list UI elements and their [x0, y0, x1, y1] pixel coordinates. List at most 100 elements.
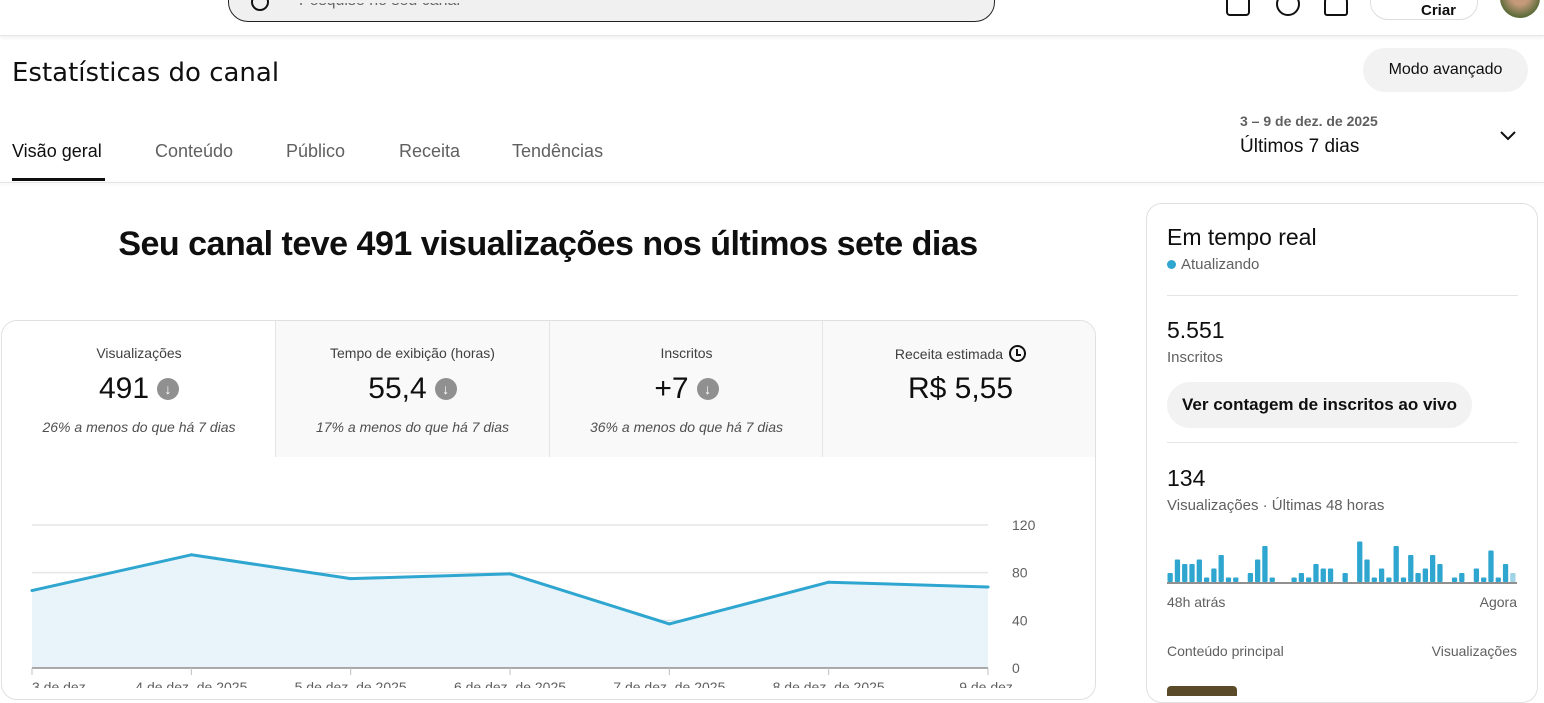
bar — [1203, 577, 1210, 582]
stat-comparison: 26% a menos do que há 7 dias — [42, 419, 236, 435]
search-placeholder: Pesquise no seu canal — [299, 0, 460, 9]
bar — [1313, 564, 1319, 582]
y-tick-label: 0 — [1012, 660, 1020, 676]
bar — [1393, 546, 1399, 582]
x-tick-label: 5 de dez. de 2025 — [295, 679, 407, 688]
chevron-down-icon[interactable] — [1498, 126, 1518, 146]
stat-label: Receita estimada — [894, 346, 1004, 362]
bar — [1378, 568, 1385, 582]
period-selector[interactable]: Últimos 7 dias — [1240, 136, 1359, 158]
end-label: Agora — [1479, 594, 1517, 610]
bar — [1451, 577, 1458, 582]
bar — [1342, 573, 1348, 582]
status-dot-icon — [1167, 260, 1176, 269]
bar — [1400, 577, 1407, 582]
bar — [1196, 559, 1202, 582]
y-tick-label: 80 — [1012, 565, 1028, 581]
y-tick-label: 40 — [1012, 612, 1028, 628]
search-input[interactable]: Pesquise no seu canal — [228, 0, 995, 22]
date-range[interactable]: 3 – 9 de dez. de 2025 — [1240, 113, 1378, 129]
data-point — [349, 577, 353, 581]
page-title: Estatísticas do canal — [12, 58, 280, 88]
data-point — [986, 585, 990, 589]
active-tab-indicator — [12, 178, 105, 181]
stat-subscribers[interactable]: Inscritos +7 ↓ 36% a menos do que há 7 di… — [549, 321, 823, 457]
start-label: 48h atrás — [1167, 594, 1226, 610]
x-tick-label: 6 de dez. de 2025 — [454, 679, 566, 688]
tab-trends[interactable]: Tendências — [512, 141, 603, 162]
create-button[interactable]: Criar — [1370, 0, 1478, 20]
stat-views[interactable]: Visualizações 491 ↓ 26% a menos do que há… — [2, 321, 276, 457]
bar — [1233, 577, 1239, 582]
bar — [1481, 577, 1487, 582]
tabs-divider — [0, 182, 1544, 183]
bar — [1371, 577, 1377, 582]
arrow-down-icon: ↓ — [696, 378, 719, 400]
live-subscriber-count-button[interactable]: Ver contagem de inscritos ao vivo — [1167, 382, 1472, 428]
x-tick-label: 9 de dez. — [959, 679, 1017, 688]
views-line-chart[interactable]: 0 40 80 120 3 de dez. 4 de dez. de 2025 5 de d… — [0, 500, 1100, 688]
bar — [1255, 559, 1261, 582]
realtime-title: Em tempo real — [1167, 224, 1317, 250]
bar — [1386, 577, 1392, 582]
top-content-header: Conteúdo principal — [1167, 643, 1284, 659]
summary-headline: Seu canal teve 491 visualizações nos últ… — [118, 225, 978, 263]
stat-label: Inscritos — [660, 345, 713, 361]
bar — [1327, 568, 1334, 582]
data-point — [189, 553, 193, 557]
tab-revenue[interactable]: Receita — [399, 141, 460, 162]
tab-audience[interactable]: Público — [286, 141, 345, 162]
stat-value: +7 — [654, 372, 689, 405]
stat-value: 491 — [98, 372, 150, 405]
bar — [1211, 568, 1217, 582]
bar — [1422, 568, 1428, 582]
subscriber-count: 5.551 — [1167, 317, 1225, 343]
x-tick-label: 8 de dez. de 2025 — [773, 679, 885, 688]
arrow-down-icon: ↓ — [434, 378, 457, 400]
stat-comparison: 36% a menos do que há 7 dias — [589, 419, 784, 435]
bar — [1262, 546, 1268, 582]
subscriber-label: Inscritos — [1167, 349, 1223, 366]
bar — [1437, 564, 1443, 582]
advanced-mode-button[interactable]: Modo avançado — [1363, 48, 1528, 92]
bar — [1320, 568, 1326, 582]
bar — [1459, 573, 1465, 582]
feedback-icon[interactable] — [1226, 0, 1250, 16]
create-label: Criar — [1421, 2, 1457, 19]
clock-icon — [1009, 345, 1027, 362]
bar — [1218, 555, 1224, 582]
bar — [1357, 541, 1363, 582]
bell-icon[interactable] — [1324, 0, 1348, 16]
realtime-bar-chart[interactable] — [1167, 534, 1519, 584]
bar — [1364, 559, 1370, 582]
bar — [1415, 573, 1421, 582]
bar — [1510, 573, 1516, 582]
tab-content[interactable]: Conteúdo — [155, 141, 233, 162]
views-label: Visualizações · Últimas 48 horas — [1167, 497, 1385, 514]
y-tick-label: 120 — [1012, 517, 1036, 533]
bar — [1167, 573, 1173, 582]
realtime-status: Atualizando — [1181, 256, 1260, 273]
realtime-card: Em tempo real Atualizando 5.551 Inscrito… — [1146, 203, 1538, 703]
stat-value: 55,4 — [368, 372, 427, 405]
top-content-metric-header: Visualizações — [1431, 643, 1517, 659]
arrow-down-icon: ↓ — [157, 378, 180, 400]
data-point — [30, 589, 34, 593]
bar — [1189, 564, 1195, 582]
bar — [1269, 577, 1275, 582]
bar — [1502, 564, 1509, 582]
data-point — [508, 572, 512, 576]
x-tick-label: 4 de dez. de 2025 — [135, 679, 247, 688]
search-icon — [251, 0, 269, 11]
bar — [1488, 550, 1494, 582]
bar — [1247, 573, 1253, 582]
bar — [1225, 577, 1232, 582]
stat-watch-time[interactable]: Tempo de exibição (horas) 55,4 ↓ 17% a me… — [275, 321, 549, 457]
bar — [1473, 568, 1480, 582]
data-point — [667, 622, 671, 626]
stat-revenue[interactable]: Receita estimada R$ 5,55 — [822, 321, 1095, 457]
stat-value: R$ 5,55 — [907, 372, 1014, 405]
divider — [1167, 442, 1518, 443]
tab-overview[interactable]: Visão geral — [12, 141, 102, 162]
area-fill — [32, 554, 988, 668]
